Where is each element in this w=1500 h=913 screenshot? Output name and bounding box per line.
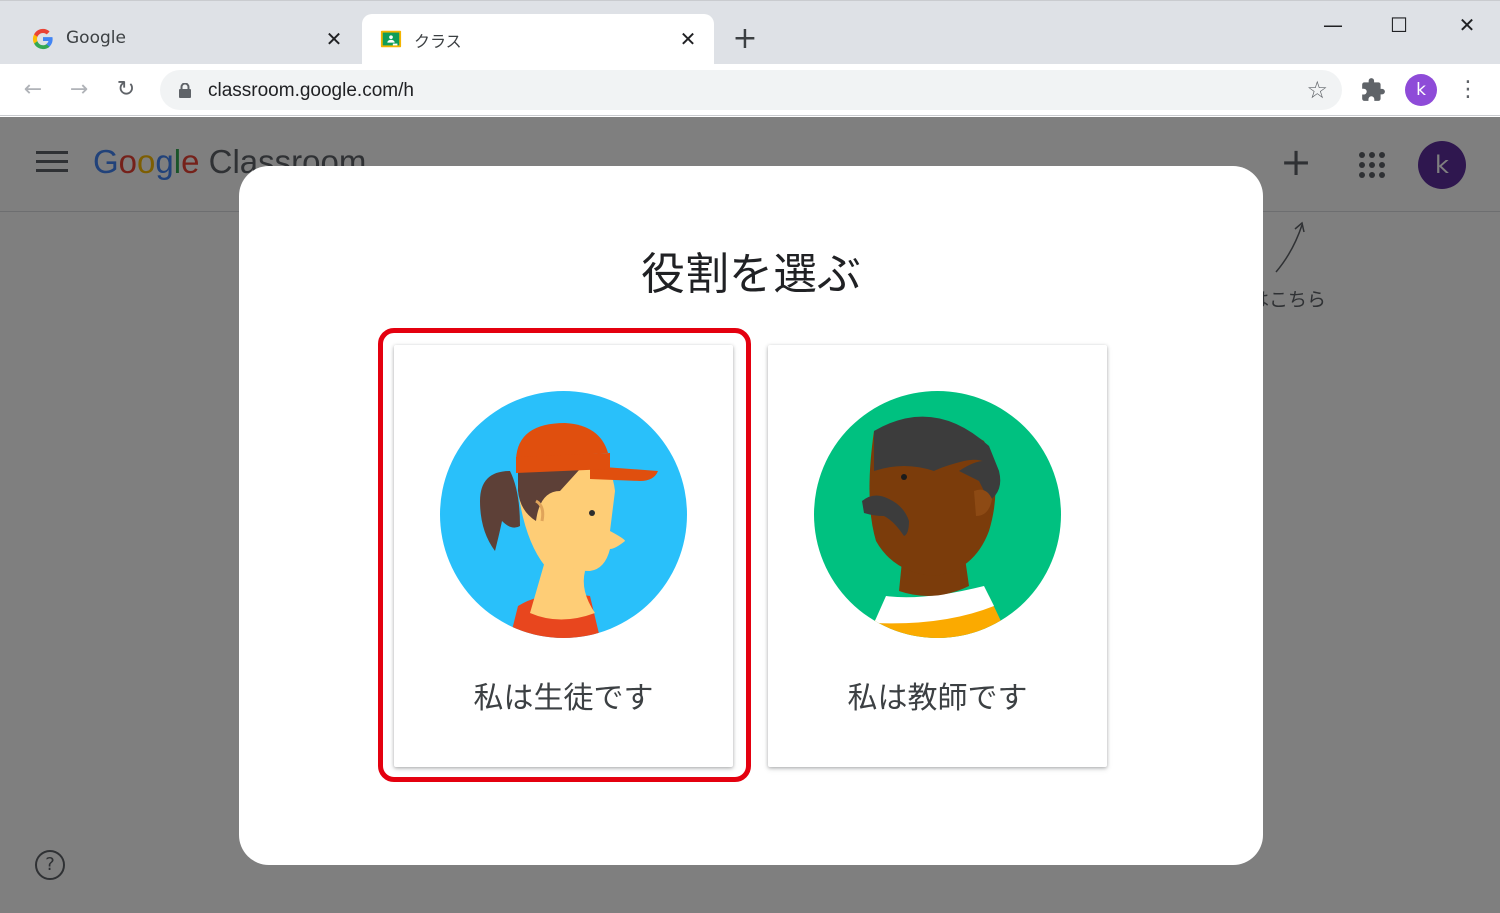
teacher-role-label: 私は教師です [847,681,1028,716]
tab-title: Google [66,28,126,48]
maximize-icon[interactable]: ☐ [1384,11,1414,39]
teacher-illustration [814,391,1061,638]
tab-classroom[interactable]: クラス ✕ [362,14,714,65]
google-g-icon [32,28,53,50]
classroom-icon [380,30,402,48]
extensions-icon[interactable] [1360,77,1386,103]
reload-icon[interactable]: ↻ [110,74,142,106]
selection-highlight [378,328,751,782]
bookmark-star-icon[interactable]: ☆ [1306,76,1328,104]
close-icon[interactable]: ✕ [322,27,346,51]
lock-icon [179,83,191,98]
browser-toolbar: ← → ↻ classroom.google.com/h ☆ k ⋮ [0,64,1500,116]
tab-google[interactable]: Google ✕ [14,14,360,65]
minimize-icon[interactable]: — [1318,11,1348,39]
tab-title: クラス [414,32,462,51]
teacher-role-card[interactable]: 私は教師です [768,345,1107,767]
more-menu-icon[interactable]: ⋮ [1456,74,1480,106]
browser-tab-strip: Google ✕ クラス ✕ + — ☐ ✕ [0,0,1500,65]
address-bar[interactable]: classroom.google.com/h ☆ [160,70,1342,110]
url-text: classroom.google.com/h [208,80,414,101]
new-tab-button[interactable]: + [728,23,762,57]
dialog-title: 役割を選ぶ [641,249,861,300]
forward-icon[interactable]: → [63,74,95,106]
close-icon[interactable]: ✕ [676,27,700,51]
window-close-icon[interactable]: ✕ [1452,11,1482,39]
profile-avatar[interactable]: k [1405,74,1437,106]
back-icon[interactable]: ← [17,74,49,106]
